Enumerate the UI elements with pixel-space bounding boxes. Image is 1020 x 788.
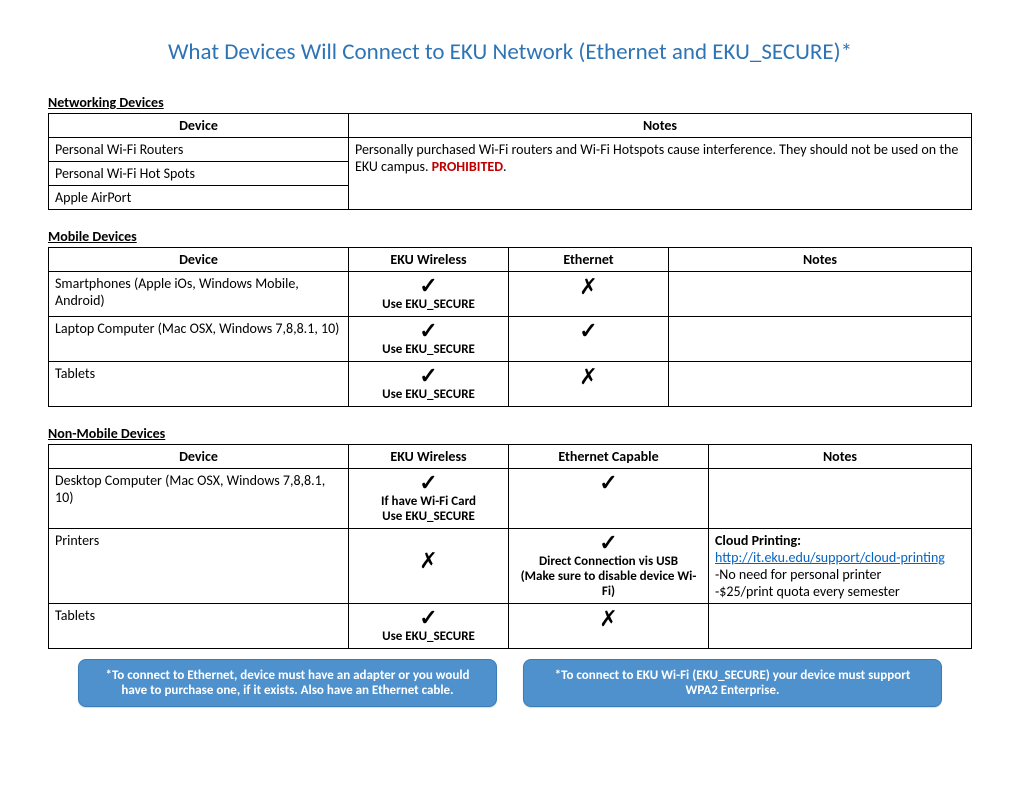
prohibited-label: PROHIBITED [432, 158, 503, 175]
cell-notes [709, 469, 972, 529]
wireless-sub: Use EKU_SECURE [355, 297, 502, 312]
wireless-sub: Use EKU_SECURE [355, 387, 502, 402]
table-row: Printers ✗ ✓ Direct Connection vis USB (… [49, 529, 972, 604]
wireless-sub2: Use EKU_SECURE [355, 509, 502, 524]
check-icon: ✓ [419, 473, 437, 493]
notes-bullet: -No need for personal printer [715, 566, 965, 583]
col-ethernet: Ethernet Capable [509, 445, 709, 469]
cell-device: Tablets [49, 362, 349, 407]
table-header-row: Device EKU Wireless Ethernet Capable Not… [49, 445, 972, 469]
cross-icon: ✗ [599, 608, 617, 630]
table-row: Smartphones (Apple iOs, Windows Mobile, … [49, 272, 972, 317]
table-row: Personal Wi-Fi Routers Personally purcha… [49, 138, 972, 162]
col-ethernet: Ethernet [509, 248, 669, 272]
check-icon: ✓ [599, 473, 617, 493]
notes-title: Cloud Printing: [715, 532, 965, 549]
cell-ethernet: ✓ [509, 317, 669, 362]
cell-device: Personal Wi-Fi Hot Spots [49, 162, 349, 186]
cell-device: Smartphones (Apple iOs, Windows Mobile, … [49, 272, 349, 317]
cross-icon: ✗ [579, 276, 597, 298]
check-icon: ✓ [579, 321, 597, 341]
cell-wireless: ✓ Use EKU_SECURE [349, 604, 509, 649]
check-icon: ✓ [419, 366, 437, 386]
cell-notes [669, 317, 972, 362]
check-icon: ✓ [419, 276, 437, 296]
notes-bullet: -$25/print quota every semester [715, 583, 965, 600]
notes-period: . [503, 158, 507, 175]
col-notes: Notes [709, 445, 972, 469]
ethernet-sub2: (Make sure to disable device Wi-Fi) [515, 569, 702, 599]
cell-wireless: ✓ If have Wi-Fi Card Use EKU_SECURE [349, 469, 509, 529]
table-row: Desktop Computer (Mac OSX, Windows 7,8,8… [49, 469, 972, 529]
table-nonmobile: Device EKU Wireless Ethernet Capable Not… [48, 444, 972, 649]
cell-notes: Cloud Printing: http://it.eku.edu/suppor… [709, 529, 972, 604]
table-row: Laptop Computer (Mac OSX, Windows 7,8,8.… [49, 317, 972, 362]
col-device: Device [49, 114, 349, 138]
callout-ethernet: *To connect to Ethernet, device must hav… [78, 659, 497, 707]
cell-device: Apple AirPort [49, 186, 349, 210]
cell-notes [709, 604, 972, 649]
cross-icon: ✗ [419, 550, 437, 572]
table-header-row: Device Notes [49, 114, 972, 138]
cell-ethernet: ✗ [509, 362, 669, 407]
cell-notes [669, 272, 972, 317]
callout-row: *To connect to Ethernet, device must hav… [48, 659, 972, 707]
ethernet-sub1: Direct Connection vis USB [515, 554, 702, 569]
cell-device: Laptop Computer (Mac OSX, Windows 7,8,8.… [49, 317, 349, 362]
cell-device: Printers [49, 529, 349, 604]
section-heading-nonmobile: Non-Mobile Devices [48, 425, 972, 442]
table-row: Tablets ✓ Use EKU_SECURE ✗ [49, 604, 972, 649]
check-icon: ✓ [599, 533, 617, 553]
cell-wireless: ✓ Use EKU_SECURE [349, 272, 509, 317]
col-notes: Notes [669, 248, 972, 272]
cell-wireless: ✗ [349, 529, 509, 604]
table-mobile: Device EKU Wireless Ethernet Notes Smart… [48, 247, 972, 407]
cross-icon: ✗ [579, 366, 597, 388]
check-icon: ✓ [419, 608, 437, 628]
cell-ethernet: ✗ [509, 272, 669, 317]
cell-ethernet: ✗ [509, 604, 709, 649]
section-heading-mobile: Mobile Devices [48, 228, 972, 245]
wireless-sub: Use EKU_SECURE [355, 342, 502, 357]
cell-ethernet: ✓ Direct Connection vis USB (Make sure t… [509, 529, 709, 604]
col-wireless: EKU Wireless [349, 445, 509, 469]
col-notes: Notes [349, 114, 972, 138]
table-row: Tablets ✓ Use EKU_SECURE ✗ [49, 362, 972, 407]
cell-notes: Personally purchased Wi-Fi routers and W… [349, 138, 972, 210]
col-device: Device [49, 445, 349, 469]
page-title: What Devices Will Connect to EKU Network… [48, 38, 972, 66]
cell-notes [669, 362, 972, 407]
wireless-sub: Use EKU_SECURE [355, 629, 502, 644]
callout-wifi: *To connect to EKU Wi-Fi (EKU_SECURE) yo… [523, 659, 942, 707]
col-wireless: EKU Wireless [349, 248, 509, 272]
cell-ethernet: ✓ [509, 469, 709, 529]
cell-device: Tablets [49, 604, 349, 649]
col-device: Device [49, 248, 349, 272]
cell-wireless: ✓ Use EKU_SECURE [349, 317, 509, 362]
cell-device: Desktop Computer (Mac OSX, Windows 7,8,8… [49, 469, 349, 529]
section-heading-networking: Networking Devices [48, 94, 972, 111]
table-networking: Device Notes Personal Wi-Fi Routers Pers… [48, 113, 972, 210]
cloud-printing-link[interactable]: http://it.eku.edu/support/cloud-printing [715, 549, 945, 566]
cell-wireless: ✓ Use EKU_SECURE [349, 362, 509, 407]
check-icon: ✓ [419, 321, 437, 341]
table-header-row: Device EKU Wireless Ethernet Notes [49, 248, 972, 272]
cell-device: Personal Wi-Fi Routers [49, 138, 349, 162]
wireless-sub1: If have Wi-Fi Card [355, 494, 502, 509]
